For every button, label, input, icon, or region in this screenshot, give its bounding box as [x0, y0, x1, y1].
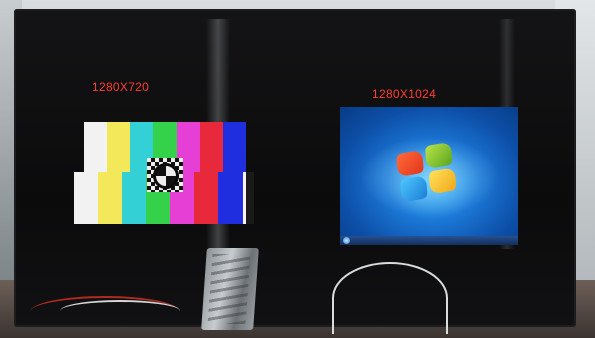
windows-logo-icon — [396, 141, 457, 206]
foil-wrapped-cable — [201, 248, 259, 330]
color-bar-2 — [98, 172, 123, 224]
white-wire — [60, 300, 180, 322]
color-bar-1 — [84, 122, 108, 172]
windows-desktop-image — [340, 107, 518, 245]
color-bar-2 — [107, 122, 131, 172]
white-cable-loop — [332, 262, 448, 334]
taskbar — [340, 236, 518, 245]
color-bar-6 — [199, 122, 223, 172]
color-bar-7 — [218, 172, 243, 224]
color-bar-tail — [242, 172, 254, 224]
right-resolution-label: 1280X1024 — [372, 87, 437, 101]
color-bar-6 — [194, 172, 219, 224]
color-bar-3 — [122, 172, 147, 224]
color-bar-7 — [222, 122, 246, 172]
start-orb-icon — [343, 237, 350, 244]
crosshair-test-target-icon — [147, 158, 183, 192]
left-resolution-label: 1280X720 — [92, 80, 150, 94]
target-ring — [153, 163, 179, 189]
color-bar-1 — [74, 172, 99, 224]
